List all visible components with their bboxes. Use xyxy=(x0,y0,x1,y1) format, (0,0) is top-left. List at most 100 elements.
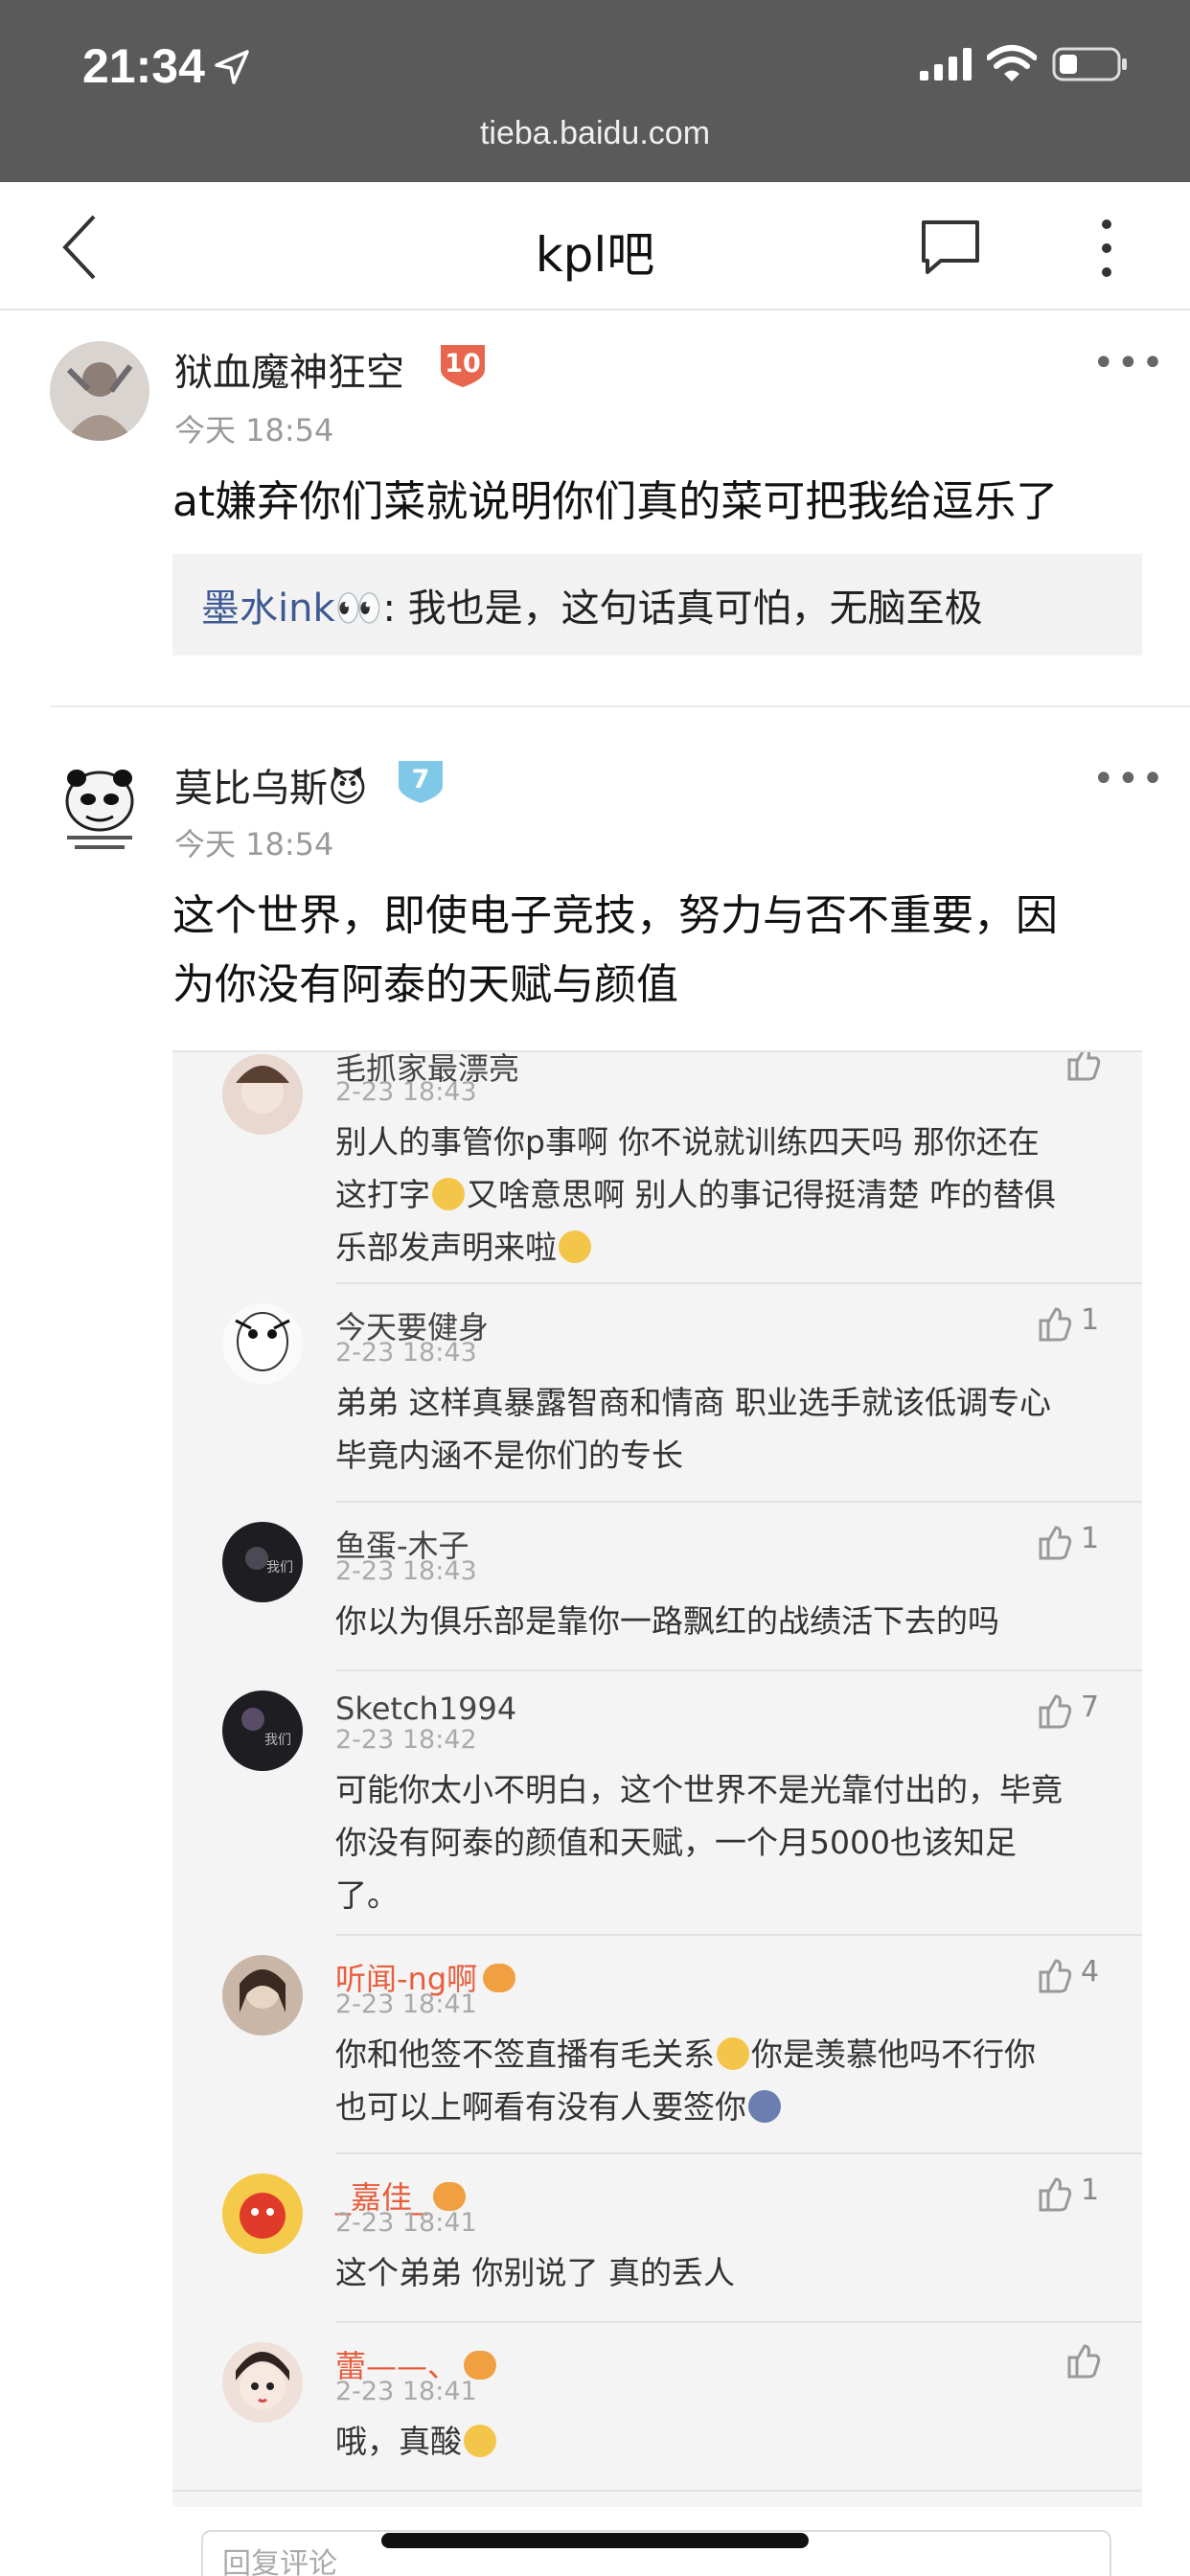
comment-time: 2-23 18:43 xyxy=(335,1338,477,1368)
avatar-image xyxy=(50,341,149,441)
nav-bar: kpl吧 xyxy=(0,182,1190,310)
comment-line: 这打字 又啥意思啊 别人的事记得挺清楚 咋的替俱 xyxy=(335,1168,1092,1221)
comment-line: 这个弟弟 你别说了 真的丢人 xyxy=(335,2254,735,2291)
post-time: 今天 18:54 xyxy=(174,412,334,448)
like-button: 1 xyxy=(1035,1522,1131,1560)
comment-avatar xyxy=(222,1303,303,1384)
like-icon xyxy=(1067,1052,1101,1081)
comment-text: 弟弟 这样真暴露智商和情商 职业选手就该低调专心 毕竟内涵不是你们的专长 xyxy=(335,1376,1092,1482)
url-bar[interactable]: tieba.baidu.com xyxy=(0,115,1190,152)
comment-line: 哦，真酸 xyxy=(335,2415,1092,2468)
comment-text: 你和他签不签直播有毛关系 你是羡慕他吗不行你 也可以上啊看有没有人要签你 xyxy=(335,2028,1092,2133)
comment-avatar: 我们 xyxy=(222,1690,303,1771)
comment-item: 毛抓家最漂亮 2-23 18:43 别人的事管你p事啊 你不说就训练四天吗 那你… xyxy=(172,1052,1142,1276)
comment-line: 弟弟 这样真暴露智商和情商 职业选手就该低调专心 xyxy=(335,1384,1051,1421)
comment-item: 蕾——、 2-23 18:41 哦，真酸 xyxy=(172,2342,1142,2476)
like-count: 7 xyxy=(1081,1690,1100,1724)
comment-line: 你和他签不签直播有毛关系 你是羡慕他吗不行你 xyxy=(335,2028,1092,2081)
like-icon xyxy=(1039,1694,1072,1729)
comment-time: 2-23 18:41 xyxy=(335,1990,477,2019)
post-text: at嫌弃你们菜就说明你们真的菜可把我给逗乐了 xyxy=(172,477,1059,526)
vip-badge-icon xyxy=(433,2182,467,2211)
more-vertical-icon[interactable] xyxy=(1092,215,1121,282)
comment-avatar xyxy=(222,2174,303,2254)
comment-line-part: 你是羡慕他吗不行你 xyxy=(751,2036,1036,2073)
more-options-icon[interactable]: ••• xyxy=(1092,757,1166,801)
like-icon xyxy=(1039,1307,1072,1342)
comment-line: 了。 xyxy=(335,1876,399,1914)
comment-text: 这个弟弟 你别说了 真的丢人 xyxy=(335,2246,1092,2299)
comment-divider xyxy=(335,1282,1142,1284)
comment-line: 可能你太小不明白，这个世界不是光靠付出的，毕竟 xyxy=(335,1771,1063,1808)
status-time: 21:34 xyxy=(82,39,205,93)
post-text-line: 这个世界，即使电子竞技，努力与否不重要，因 xyxy=(172,891,1058,940)
comment-line: 你没有阿泰的颜值和天赋，一个月5000也该知足 xyxy=(335,1824,1017,1861)
level-value: 10 xyxy=(445,349,481,379)
like-button: 4 xyxy=(1035,1955,1131,1993)
comment-avatar xyxy=(222,2342,303,2423)
location-arrow-icon xyxy=(215,50,249,84)
vip-badge-icon xyxy=(464,2351,497,2380)
avatar[interactable] xyxy=(50,341,149,441)
more-options-icon[interactable]: ••• xyxy=(1092,341,1166,385)
comment-avatar xyxy=(222,1955,303,2036)
comment-divider xyxy=(335,2152,1142,2154)
like-icon xyxy=(1039,1526,1072,1560)
comment-line-part: 哦，真酸 xyxy=(335,2423,462,2460)
comment-time: 2-23 18:41 xyxy=(335,2377,477,2406)
comment-line: 别人的事管你p事啊 你不说就训练四天吗 那你还在 xyxy=(335,1123,1040,1161)
level-badge: 10 xyxy=(437,341,489,389)
comment-avatar: 我们 xyxy=(222,1522,303,1602)
comment-text: 哦，真酸 xyxy=(335,2415,1092,2468)
like-count: 1 xyxy=(1081,2174,1100,2207)
comment-line-part: 又啥意思啊 别人的事记得挺清楚 咋的替俱 xyxy=(467,1176,1056,1213)
comment-time: 2-23 18:41 xyxy=(335,2208,477,2238)
comment-text: 可能你太小不明白，这个世界不是光靠付出的，毕竟 你没有阿泰的颜值和天赋，一个月5… xyxy=(335,1763,1092,1921)
comment-line: 你以为俱乐部是靠你一路飘红的战绩活下去的吗 xyxy=(335,1602,999,1640)
emoji-icon xyxy=(748,2090,781,2123)
quote-username[interactable]: 墨水ink👀 xyxy=(201,586,382,631)
like-count: 4 xyxy=(1081,1955,1100,1989)
like-button: 1 xyxy=(1035,1303,1131,1342)
like-icon xyxy=(1039,2177,1072,2212)
username[interactable]: 狱血魔神狂空 xyxy=(174,341,404,397)
comment-item: _嘉佳_ 1 2-23 18:41 这个弟弟 你别说了 真的丢人 xyxy=(172,2174,1142,2308)
svg-text:我们: 我们 xyxy=(264,1733,291,1748)
comment-icon[interactable] xyxy=(920,217,981,278)
comment-line: 也可以上啊看有没有人要签你 xyxy=(335,2081,1092,2133)
emoji-icon xyxy=(464,2425,496,2457)
wifi-icon xyxy=(987,45,1037,81)
comment-avatar xyxy=(222,1054,303,1135)
comment-time: 2-23 18:43 xyxy=(335,1556,477,1586)
quoted-reply[interactable]: 墨水ink👀: 我也是，这句话真可怕，无脑至极 xyxy=(172,554,1142,656)
comment-text: 别人的事管你p事啊 你不说就训练四天吗 那你还在 这打字 又啥意思啊 别人的事记得… xyxy=(335,1116,1092,1274)
post-time: 今天 18:54 xyxy=(174,826,334,862)
comment-line: 乐部发声明来啦 xyxy=(335,1221,1092,1274)
vip-badge-icon xyxy=(483,1964,516,1992)
comment-line-part: 也可以上啊看有没有人要签你 xyxy=(335,2088,746,2126)
comment-line-part: 这打字 xyxy=(335,1176,430,1213)
battery-icon xyxy=(1052,47,1127,81)
comment-item: 我们 鱼蛋-木子 1 2-23 18:43 你以为俱乐部是靠你一路飘红的战绩活下… xyxy=(172,1522,1142,1656)
avatar[interactable] xyxy=(50,757,149,857)
comment-item: 今天要健身 1 2-23 18:43 弟弟 这样真暴露智商和情商 职业选手就该低… xyxy=(172,1303,1142,1495)
like-button: 1 xyxy=(1035,2174,1131,2212)
username[interactable]: 莫比乌斯😈 xyxy=(174,757,368,813)
comment-divider xyxy=(335,1934,1142,1936)
comment-divider xyxy=(335,2321,1142,2323)
emoji-icon xyxy=(559,1230,591,1263)
comment-divider xyxy=(172,2490,1142,2492)
emoji-icon xyxy=(432,1178,465,1210)
level-value: 7 xyxy=(411,765,430,794)
comment-time: 2-23 18:42 xyxy=(335,1725,477,1755)
signal-icon xyxy=(920,48,972,80)
like-icon xyxy=(1039,1959,1072,1993)
comment-time: 2-23 18:43 xyxy=(335,1077,477,1107)
comment-item: 听闻-ng啊 4 2-23 18:41 你和他签不签直播有毛关系 你是羡慕他吗不行… xyxy=(172,1955,1142,2147)
page-title: kpl吧 xyxy=(535,227,655,283)
comment-line-part: 乐部发声明来啦 xyxy=(335,1229,557,1266)
home-indicator[interactable] xyxy=(381,2533,809,2548)
comment-divider xyxy=(335,1501,1142,1503)
embedded-comment-screenshot[interactable]: 毛抓家最漂亮 2-23 18:43 别人的事管你p事啊 你不说就训练四天吗 那你… xyxy=(172,1050,1142,2507)
avatar-image xyxy=(50,757,149,857)
